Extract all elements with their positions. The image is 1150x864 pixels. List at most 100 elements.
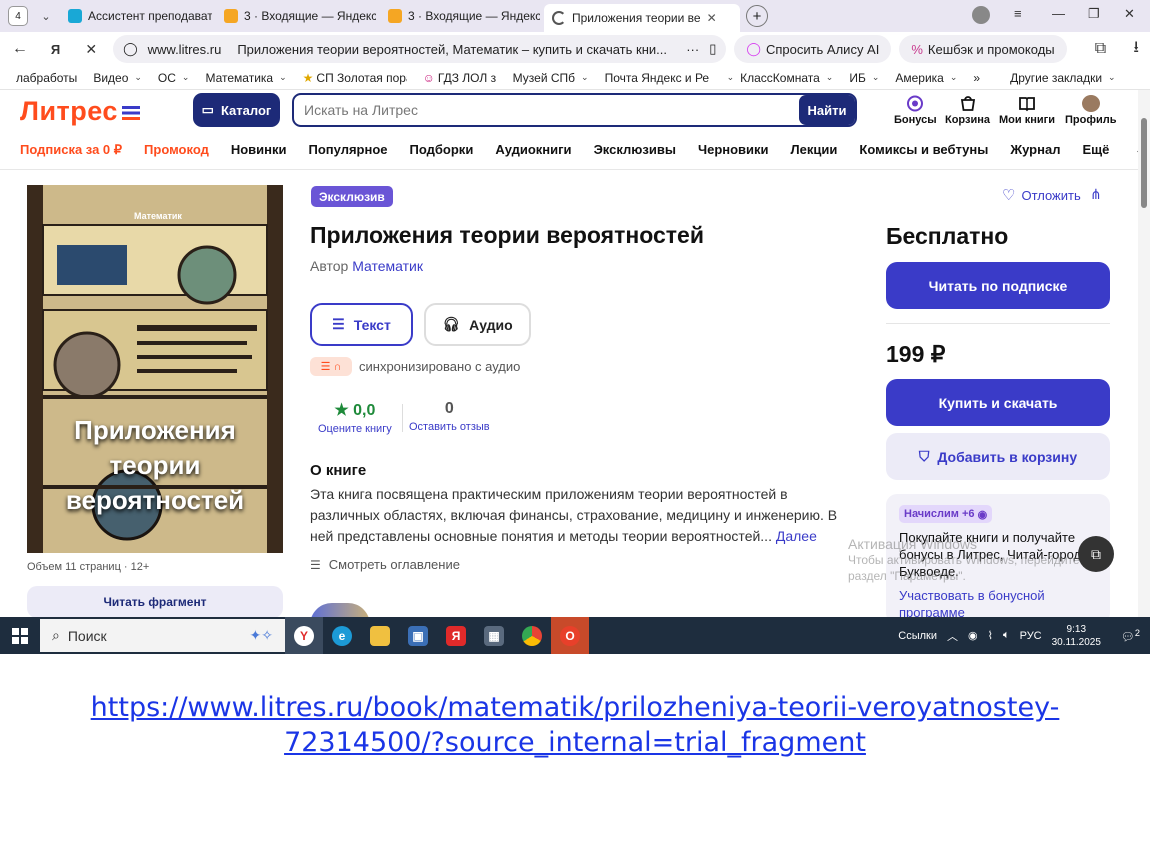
bonus-program-link[interactable]: Участвовать в бонусной программе <box>899 587 1099 617</box>
menu-subscription[interactable]: Подписка за 0 ₽ <box>20 142 122 158</box>
menu-lectures[interactable]: Лекции <box>791 142 838 158</box>
bonus-badge-label: Начислим +6 <box>904 508 975 520</box>
taskbar-search[interactable]: ⌕ Поиск ✦✧ <box>40 619 285 652</box>
close-window-icon[interactable]: ✕ <box>1124 6 1135 22</box>
taskbar-edge[interactable]: e <box>323 617 361 654</box>
rate-book-link[interactable]: Оцените книгу <box>318 423 392 435</box>
profile-nav[interactable]: Профиль <box>1065 95 1116 126</box>
chat-support-button[interactable]: ⧉ <box>1078 536 1114 572</box>
bookmark-folder[interactable]: Музей СПб ⌄ <box>513 71 589 85</box>
bookmark-folder[interactable]: ИБ ⌄ <box>849 71 879 85</box>
page-scrollbar[interactable] <box>1138 90 1150 617</box>
taskbar-save-app[interactable]: ▣ <box>399 617 437 654</box>
language-indicator[interactable]: РУС <box>1020 630 1042 642</box>
site-menu: Подписка за 0 ₽ Промокод Новинки Популяр… <box>20 142 1138 158</box>
more-icon[interactable]: ··· <box>686 42 699 57</box>
network-icon[interactable]: ⌇ <box>988 629 993 642</box>
collections-icon[interactable]: ⧉ <box>1087 40 1115 58</box>
tray-chevron-icon[interactable]: ︿ <box>947 628 958 644</box>
tray-app-icon[interactable]: ◉ <box>968 629 978 642</box>
bookmark-folder[interactable]: Видео ⌄ <box>93 71 142 85</box>
bookmark-folder[interactable]: Математика ⌄ <box>205 71 286 85</box>
write-review-link[interactable]: Оставить отзыв <box>409 421 490 433</box>
bonus-nav[interactable]: Бонусы <box>894 95 937 126</box>
cashback-button[interactable]: % Кешбэк и промокоды <box>899 35 1067 63</box>
search-button[interactable]: Найти <box>799 95 855 125</box>
author-link[interactable]: Математик <box>352 258 423 274</box>
menu-collections[interactable]: Подборки <box>410 142 474 158</box>
source-url-link[interactable]: https://www.litres.ru/book/matematik/pri… <box>0 690 1150 760</box>
minimize-icon[interactable]: — <box>1052 6 1065 21</box>
bookmark-folder[interactable]: ОС ⌄ <box>158 71 190 85</box>
read-more-link[interactable]: Далее <box>776 528 817 544</box>
taskbar-yandex-browser[interactable]: Y <box>285 617 323 654</box>
alice-button[interactable]: ◯ Спросить Алису AI <box>734 35 892 63</box>
menu-popular[interactable]: Популярное <box>309 142 388 158</box>
format-audio-button[interactable]: 🎧︎ Аудио <box>424 303 531 346</box>
bookmark-folder[interactable]: лабработы <box>16 71 77 85</box>
links-toolbar[interactable]: Ссылки <box>898 630 937 642</box>
bookmark-icon[interactable]: ▯ <box>709 41 716 57</box>
reviews-block[interactable]: 0 Оставить отзыв <box>409 400 490 433</box>
read-subscription-button[interactable]: Читать по подписке <box>886 262 1110 309</box>
url-field[interactable]: ◯ www.litres.ru Приложения теории вероят… <box>113 35 727 63</box>
bookmark-link[interactable]: ☺ ГДЗ ЛОЛ з <box>423 71 497 85</box>
format-text-label: Текст <box>353 316 391 333</box>
site-security-icon[interactable]: ◯ <box>123 41 138 57</box>
menu-journal[interactable]: Журнал <box>1010 142 1060 158</box>
bookmark-link[interactable]: ★ СП Золотая пора <box>303 71 407 85</box>
profile-avatar[interactable] <box>972 6 990 24</box>
share-icon[interactable]: ⋔ <box>1090 186 1102 203</box>
buy-button[interactable]: Купить и скачать <box>886 379 1110 426</box>
bookmark-folder[interactable]: Америка ⌄ <box>895 71 957 85</box>
notifications-icon[interactable]: 💬︎2 <box>1121 628 1140 644</box>
tab-count-badge[interactable]: 4 <box>8 6 28 26</box>
maximize-icon[interactable]: ❐ <box>1088 6 1100 22</box>
format-text-button[interactable]: ☰ Текст <box>310 303 413 346</box>
taskbar-explorer[interactable] <box>361 617 399 654</box>
taskbar-calculator[interactable]: ▦ <box>475 617 513 654</box>
taskbar-chrome[interactable] <box>513 617 551 654</box>
taskbar-opera[interactable]: O <box>551 617 589 654</box>
menu-exclusives[interactable]: Эксклюзивы <box>594 142 676 158</box>
book-cover[interactable]: Математик Приложения теории вероятностей <box>27 185 283 553</box>
menu-new[interactable]: Новинки <box>231 142 287 158</box>
yandex-icon[interactable]: Я <box>42 42 70 57</box>
tab-list-chevron-icon[interactable]: ⌄ <box>36 10 56 23</box>
download-icon[interactable]: ⭳ <box>1122 36 1150 63</box>
other-bookmarks-folder[interactable]: Другие закладки ⌄ <box>1010 71 1116 85</box>
my-books-nav[interactable]: Мои книги <box>999 95 1055 126</box>
menu-audiobooks[interactable]: Аудиокниги <box>495 142 571 158</box>
save-for-later[interactable]: ♡ Отложить <box>1002 186 1081 204</box>
catalog-button[interactable]: ▭ Каталог <box>193 93 280 127</box>
new-tab-button[interactable]: + <box>746 5 768 27</box>
close-tab-icon[interactable]: ✕ <box>707 11 717 25</box>
bookmark-folder[interactable]: ⌄ КлассКомната ⌄ <box>727 71 834 85</box>
browser-tab[interactable]: Ассистент преподавател <box>60 3 212 29</box>
windows-start-button[interactable] <box>0 627 40 644</box>
rating-block[interactable]: ★ 0,0 Оцените книгу <box>318 400 392 435</box>
search-input[interactable] <box>304 102 799 118</box>
read-fragment-button[interactable]: Читать фрагмент <box>27 586 283 617</box>
add-to-cart-button[interactable]: ⛉ Добавить в корзину <box>886 433 1110 480</box>
menu-drafts[interactable]: Черновики <box>698 142 769 158</box>
bookmark-link[interactable]: Почта Яндекс и Ре <box>605 71 711 85</box>
cart-nav[interactable]: Корзина <box>945 95 990 126</box>
browser-tab[interactable]: 3 · Входящие — Яндекс П <box>216 3 376 29</box>
litres-logo[interactable]: Литрес <box>20 96 140 127</box>
back-icon[interactable]: ← <box>6 40 34 58</box>
browser-menu-icon[interactable]: ≡ <box>1014 6 1022 21</box>
clock[interactable]: 9:13 30.11.2025 <box>1052 623 1111 649</box>
menu-comics[interactable]: Комиксы и вебтуны <box>859 142 988 158</box>
sync-text-audio-icon: ☰ ∩ <box>310 357 352 376</box>
browser-tab-active[interactable]: Приложения теории ве ✕ <box>544 4 740 32</box>
more-bookmarks-button[interactable]: » <box>973 71 980 85</box>
menu-promocode[interactable]: Промокод <box>144 142 209 158</box>
menu-more[interactable]: Ещё ⌄ <box>1082 142 1138 158</box>
toc-link[interactable]: ☰ Смотреть оглавление <box>310 557 460 572</box>
scrollbar-thumb[interactable] <box>1141 118 1147 208</box>
stop-icon[interactable]: ✕ <box>77 41 105 58</box>
volume-icon[interactable]: 🔈︎ <box>1003 629 1010 642</box>
browser-tab[interactable]: 3 · Входящие — Яндекс П <box>380 3 540 29</box>
taskbar-yandex[interactable]: Я <box>437 617 475 654</box>
